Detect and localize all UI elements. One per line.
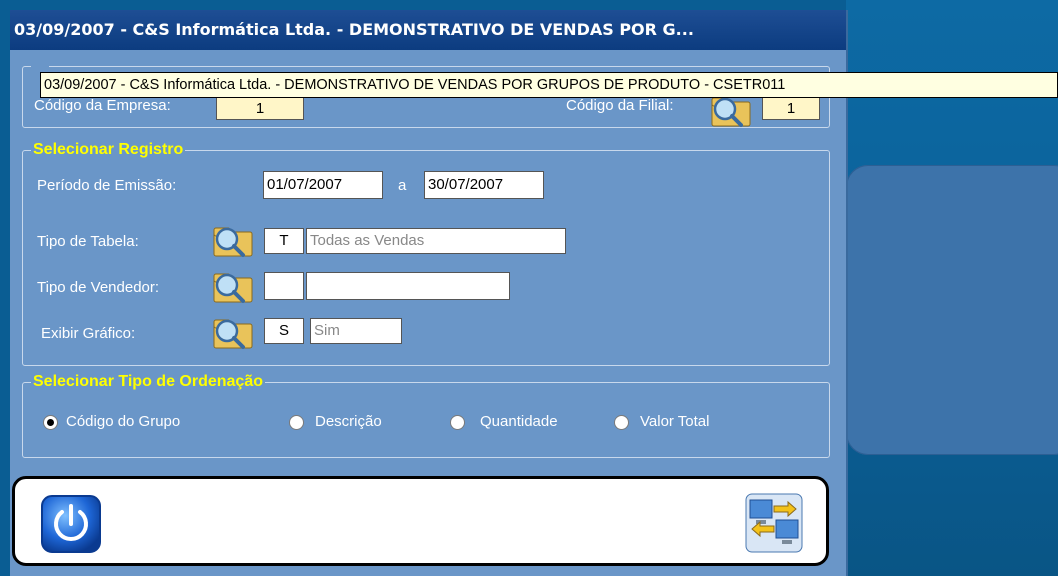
empresa-code-field[interactable]: 1: [216, 96, 304, 120]
background-panel: [846, 165, 1058, 455]
tipo-tabela-search-icon[interactable]: [210, 222, 258, 258]
desktop-background: [0, 0, 10, 576]
filial-code-field[interactable]: 1: [762, 96, 820, 120]
radio-descricao-label[interactable]: Descrição: [315, 412, 382, 432]
tipo-tabela-label: Tipo de Tabela:: [37, 233, 139, 250]
tipo-tabela-code-field[interactable]: T: [264, 228, 304, 254]
tipo-vendedor-code-field[interactable]: [264, 272, 304, 300]
periodo-label: Período de Emissão:: [37, 177, 177, 194]
registro-group-title: Selecionar Registro: [31, 140, 186, 160]
radio-quantidade-label[interactable]: Quantidade: [480, 412, 558, 432]
tipo-vendedor-search-icon[interactable]: [210, 268, 258, 304]
tipo-vendedor-label: Tipo de Vendedor:: [37, 279, 160, 296]
grafico-search-icon[interactable]: [210, 314, 258, 350]
grafico-code-field[interactable]: S: [264, 318, 304, 344]
empresa-group-title: [31, 61, 49, 71]
window-title[interactable]: 03/09/2007 - C&S Informática Ltda. - DEM…: [10, 10, 846, 50]
radio-valor-total[interactable]: [614, 415, 629, 430]
periodo-separator: a: [398, 177, 407, 194]
data-fim-field[interactable]: 30/07/2007: [424, 171, 544, 199]
action-bar: [12, 476, 829, 566]
ordenacao-group-title: Selecionar Tipo de Ordenação: [31, 372, 265, 392]
data-inicio-field[interactable]: 01/07/2007: [263, 171, 383, 199]
computer-transfer-icon[interactable]: [744, 492, 804, 554]
filial-label: Código da Filial:: [566, 97, 674, 114]
tipo-vendedor-desc-field: [306, 272, 510, 300]
title-tooltip: 03/09/2007 - C&S Informática Ltda. - DEM…: [40, 72, 1058, 98]
grafico-desc-field: Sim: [310, 318, 402, 344]
power-icon[interactable]: [40, 494, 102, 554]
radio-quantidade[interactable]: [450, 415, 465, 430]
radio-descricao[interactable]: [289, 415, 304, 430]
radio-valor-total-label[interactable]: Valor Total: [640, 412, 710, 432]
empresa-label: Código da Empresa:: [34, 97, 171, 114]
radio-codigo-grupo-label[interactable]: Código do Grupo: [66, 412, 180, 432]
tipo-tabela-desc-field: Todas as Vendas: [306, 228, 566, 254]
radio-codigo-grupo[interactable]: [43, 415, 58, 430]
grafico-label: Exibir Gráfico:: [41, 325, 136, 342]
